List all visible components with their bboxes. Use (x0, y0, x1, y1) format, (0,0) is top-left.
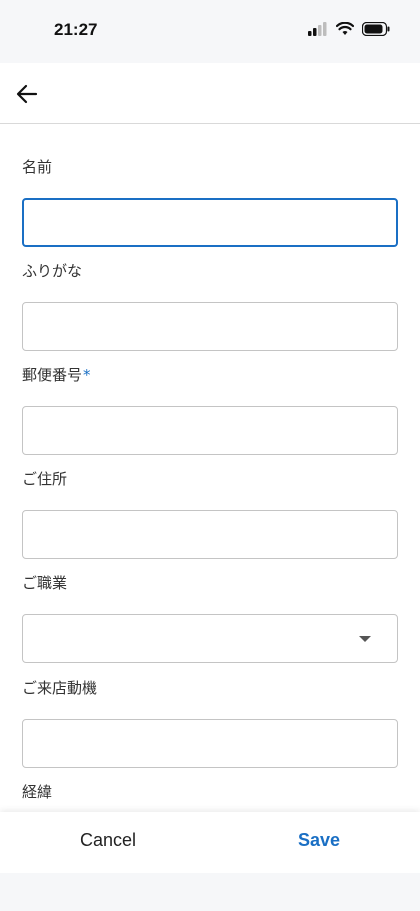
field-label-postal-code: 郵便番号* (22, 366, 91, 384)
field-label-address: ご住所 (22, 470, 68, 488)
arrow-left-icon (16, 84, 38, 104)
occupation-select[interactable] (22, 614, 398, 663)
bottom-action-bar: Cancel Save (0, 812, 420, 873)
status-time: 21:27 (54, 20, 98, 39)
name-input[interactable] (22, 198, 398, 247)
cancel-button[interactable]: Cancel (80, 830, 136, 851)
battery-icon (362, 22, 390, 36)
field-label-furigana: ふりがな (22, 262, 83, 280)
status-icons (308, 22, 390, 36)
visit-reason-input[interactable] (22, 719, 398, 768)
home-indicator-area (0, 873, 420, 911)
field-visit-reason: ご来店動機 (22, 677, 398, 768)
postal-code-input[interactable] (22, 406, 398, 455)
signal-icon (308, 22, 327, 36)
wifi-icon (336, 22, 354, 35)
field-name: 名前 (22, 156, 398, 247)
field-label-occupation: ご職業 (22, 574, 68, 592)
field-label-background: 経緯 (22, 783, 53, 801)
form: 名前 ふりがな 郵便番号* ご住所 ご職業 ご来店動機 経緯 (0, 124, 420, 812)
field-background: 経緯 (22, 781, 398, 812)
dropdown-caret-icon (359, 636, 371, 642)
back-button[interactable] (14, 81, 40, 107)
field-label-visit-reason: ご来店動機 (22, 679, 98, 697)
field-label-name: 名前 (22, 158, 53, 176)
field-postal-code: 郵便番号* (22, 364, 398, 455)
address-input[interactable] (22, 510, 398, 559)
save-button[interactable]: Save (298, 830, 340, 851)
field-occupation: ご職業 (22, 572, 398, 663)
required-mark: * (83, 366, 91, 384)
field-furigana: ふりがな (22, 260, 398, 351)
furigana-input[interactable] (22, 302, 398, 351)
field-address: ご住所 (22, 468, 398, 559)
app-header (0, 63, 420, 124)
status-bar: 21:27 (0, 0, 420, 63)
